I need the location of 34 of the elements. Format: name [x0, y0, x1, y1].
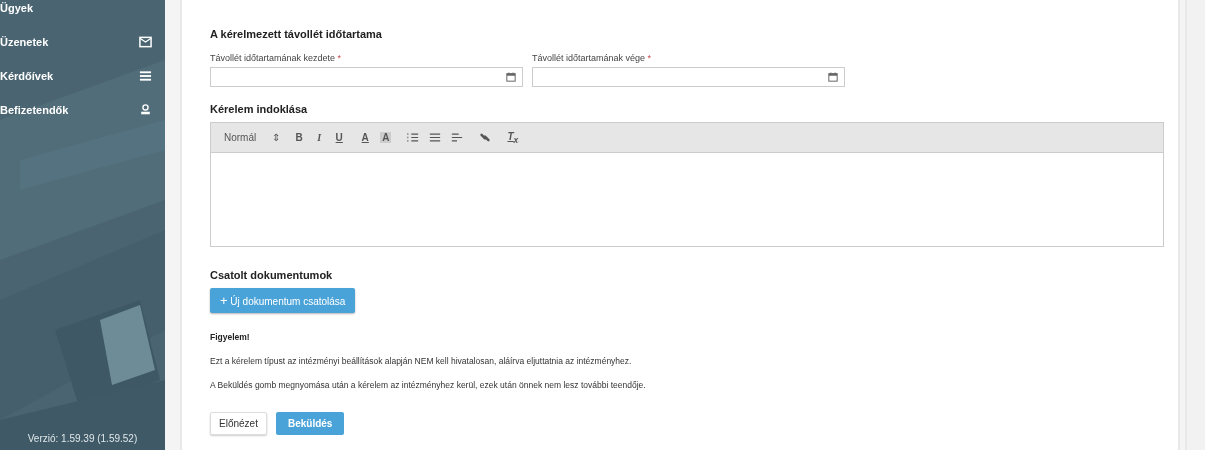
format-button[interactable]: U	[334, 132, 345, 143]
notice-text: A Beküldés gomb megnyomása után a kérelem az intézményhez kerül, ezek után önnek nem lesz további teendője.	[210, 380, 647, 390]
numbered-list-icon[interactable]	[407, 132, 420, 143]
background-color-button[interactable]: A	[380, 132, 392, 143]
format-select[interactable]: Normál	[224, 132, 257, 143]
calendar-icon	[506, 72, 516, 82]
align-icon[interactable]	[451, 132, 464, 143]
section-title: A kérelmezett távollét időtartama	[210, 28, 383, 40]
preview-button[interactable]: Előnézet	[210, 412, 267, 435]
notice-text: Ezt a kérelem típust az intézményi beállítások alapján NEM kell hivatalosan, aláírva eljuttatnia az intézményhez.	[210, 356, 633, 366]
sidebar-item[interactable]: Kérdőívek	[0, 59, 165, 93]
link-icon[interactable]	[479, 132, 492, 143]
mail-icon	[139, 36, 152, 48]
field-label: Távollét időtartamának vége *	[532, 53, 653, 63]
date-field[interactable]	[210, 67, 523, 87]
sidebar-item[interactable]: Üzenetek	[0, 25, 165, 59]
stamp-icon	[139, 104, 152, 116]
menu-icon	[139, 70, 152, 82]
format-button[interactable]: B	[294, 132, 305, 143]
clear-format-button[interactable]: T$_{x}$	[507, 130, 519, 145]
sidebar-item[interactable]: Befizetendők	[0, 93, 165, 127]
field-label: Távollét időtartamának kezdete *	[210, 53, 343, 63]
sidebar-item[interactable]: Ügyek	[0, 0, 165, 25]
format-arrows[interactable]: ⇕	[272, 132, 281, 143]
date-field[interactable]	[532, 67, 845, 87]
calendar-icon	[828, 72, 838, 82]
format-button[interactable]: I	[314, 132, 325, 143]
notice-title: Figyelem!	[210, 332, 251, 342]
version-text: Verzió: 1.59.39 (1.59.52)	[26, 433, 139, 446]
section-title: Csatolt dokumentumok	[210, 269, 334, 281]
bullet-list-icon[interactable]	[429, 132, 442, 143]
text-color-button[interactable]: A	[360, 132, 371, 143]
text-editor[interactable]: Normál ⇕ B I U A A T$_{x}$	[210, 122, 1164, 247]
section-title: Kérelem indoklása	[210, 103, 309, 115]
